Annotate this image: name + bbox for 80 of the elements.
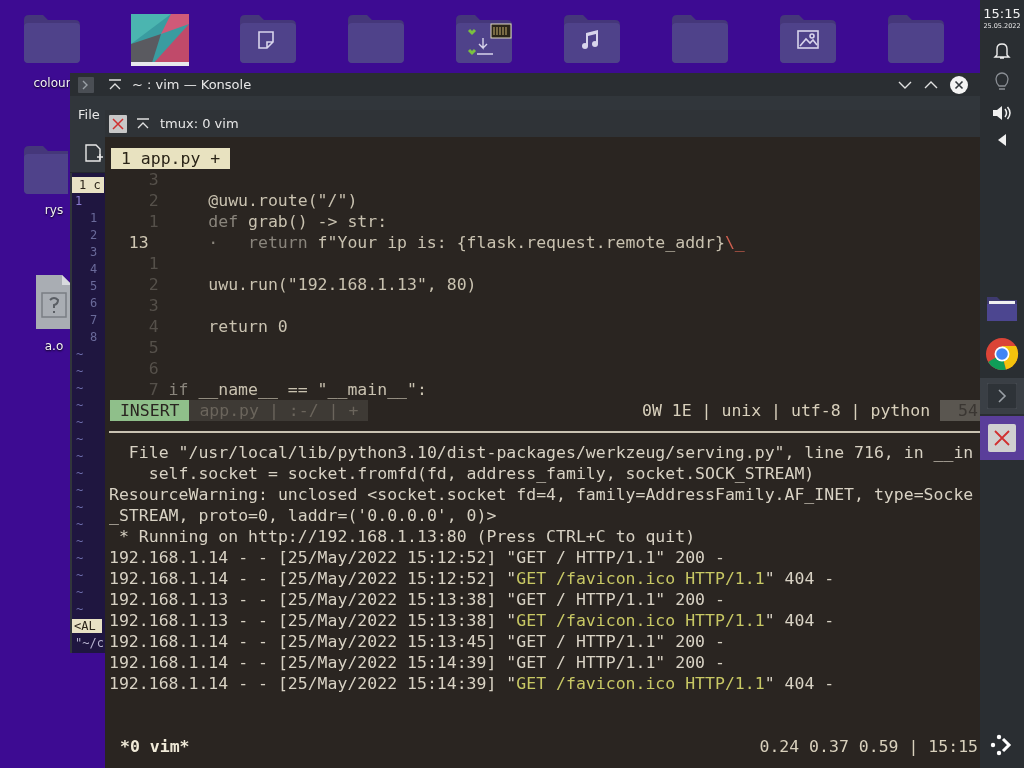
terminal-icon [987, 383, 1017, 409]
new-tab-icon[interactable] [84, 142, 104, 163]
menu-item[interactable]: File [78, 107, 100, 122]
window-list: *0 vim* [109, 736, 190, 757]
bar-caret-icon[interactable] [108, 78, 122, 91]
bar-caret-icon[interactable] [136, 117, 150, 130]
log-line: * Running on http://192.168.1.13:80 (Press CTRL+C to quit) [117, 526, 696, 547]
maximize-icon[interactable] [924, 79, 938, 90]
x-app-icon [988, 424, 1016, 452]
icon-label: colour [33, 76, 71, 90]
terminal-icon [78, 76, 94, 93]
line-number: 1 [90, 211, 98, 225]
log-line: 192.168.1.14 - - [25/May/2022 15:12:52] "GET / HTTP/1.1" 200 - [109, 547, 725, 568]
code-line: def grab() -> str: [207, 211, 388, 232]
clock[interactable]: 15:15 [983, 6, 1021, 21]
code-line: @uwu.route("/") [207, 190, 358, 211]
tilde-marker: ~ [76, 585, 84, 599]
line-number: 7 [90, 313, 98, 327]
task-button[interactable] [980, 416, 1024, 460]
tilde-marker: ~ [76, 364, 84, 378]
command-message: "~/c [75, 636, 104, 650]
tilde-marker: ~ [76, 432, 84, 446]
tilde-marker: ~ [76, 466, 84, 480]
tilde-marker: ~ [76, 602, 84, 616]
close-icon[interactable] [950, 75, 968, 94]
image-folder-icon[interactable] [779, 14, 837, 64]
code-line: if __name__ == "__main__": [168, 379, 427, 400]
x-app-icon [109, 114, 127, 133]
line-number: 5 [90, 279, 98, 293]
tilde-marker: ~ [76, 568, 84, 582]
line-number: 4 [90, 262, 98, 276]
window-title: tmux: 0 vim [160, 116, 239, 131]
file-format-info: 0W 1E | unix | utf-8 | python [642, 400, 931, 421]
folder-icon [986, 294, 1018, 322]
line-number: 1 [74, 193, 84, 210]
log-line: self.socket = socket.fromfd(fd, address_family, socket.SOCK_STREAM) [147, 463, 815, 484]
download-folder-icon[interactable] [455, 14, 513, 64]
tilde-marker: ~ [76, 483, 84, 497]
code-line: uwu.run("192.168.1.13", 80) [207, 274, 477, 295]
code-line: return 0 [207, 316, 288, 337]
tilde-marker: ~ [76, 398, 84, 412]
icon-label: a.o [44, 339, 64, 353]
code-line: · return f"Your ip is: {flask.request.remote_addr}\_ [207, 232, 745, 253]
lightbulb-icon[interactable] [995, 72, 1009, 92]
tilde-marker: ~ [76, 534, 84, 548]
log-line: File "/usr/local/lib/python3.10/dist-packages/werkzeug/serving.py", line 716, in __in [127, 442, 974, 463]
log-line: _STREAM, proto=0, laddr=('0.0.0.0', 0)> [109, 505, 497, 526]
mode-indicator: <AL [72, 619, 102, 633]
log-line: 192.168.1.13 - - [25/May/2022 15:13:38] "GET / HTTP/1.1" 200 - [109, 589, 725, 610]
line-number: 2 [90, 228, 98, 242]
tilde-marker: ~ [76, 381, 84, 395]
line-number: 13 [127, 232, 150, 253]
tilde-marker: ~ [76, 500, 84, 514]
tilde-marker: ~ [76, 517, 84, 531]
log-line: 192.168.1.13 - - [25/May/2022 15:13:38] "GET /favicon.ico HTTP/1.1" 404 - [109, 610, 835, 631]
load-clock: 0.24 0.37 0.59 | 15:15 [759, 736, 978, 757]
bell-icon[interactable] [993, 42, 1011, 60]
music-folder-icon[interactable] [563, 14, 621, 64]
log-line: 192.168.1.14 - - [25/May/2022 15:14:39] "GET / HTTP/1.1" 200 - [109, 652, 725, 673]
mode-indicator: INSERT [110, 400, 190, 421]
log-line: 192.168.1.14 - - [25/May/2022 15:14:39] "GET /favicon.ico HTTP/1.1" 404 - [109, 673, 835, 694]
browser-icon [985, 337, 1019, 371]
expand-arrow-icon[interactable] [997, 134, 1007, 146]
icon-label: rys [44, 203, 64, 217]
log-line: 192.168.1.14 - - [25/May/2022 15:12:52] "GET /favicon.ico HTTP/1.1" 404 - [109, 568, 835, 589]
log-line: ResourceWarning: unclosed <socket.socket fd=4, family=AddressFamily.AF_INET, type=Socke [109, 484, 974, 505]
tilde-marker: ~ [76, 347, 84, 361]
line-number: 8 [90, 330, 98, 344]
document-folder-icon[interactable] [239, 14, 297, 64]
window-title: ~ : vim — Konsole [132, 77, 252, 92]
minimize-icon[interactable] [898, 79, 912, 90]
speaker-icon[interactable] [992, 104, 1012, 122]
line-number: 6 [90, 296, 98, 310]
tilde-marker: ~ [76, 551, 84, 565]
tilde-marker: ~ [76, 415, 84, 429]
log-line: 192.168.1.14 - - [25/May/2022 15:13:45] "GET / HTTP/1.1" 200 - [109, 631, 725, 652]
vim-tab[interactable]: 1 app.py + [111, 148, 231, 169]
vim-tab[interactable]: 1 c [72, 177, 104, 193]
tilde-marker: ~ [76, 449, 84, 463]
line-number: 3 [90, 245, 98, 259]
